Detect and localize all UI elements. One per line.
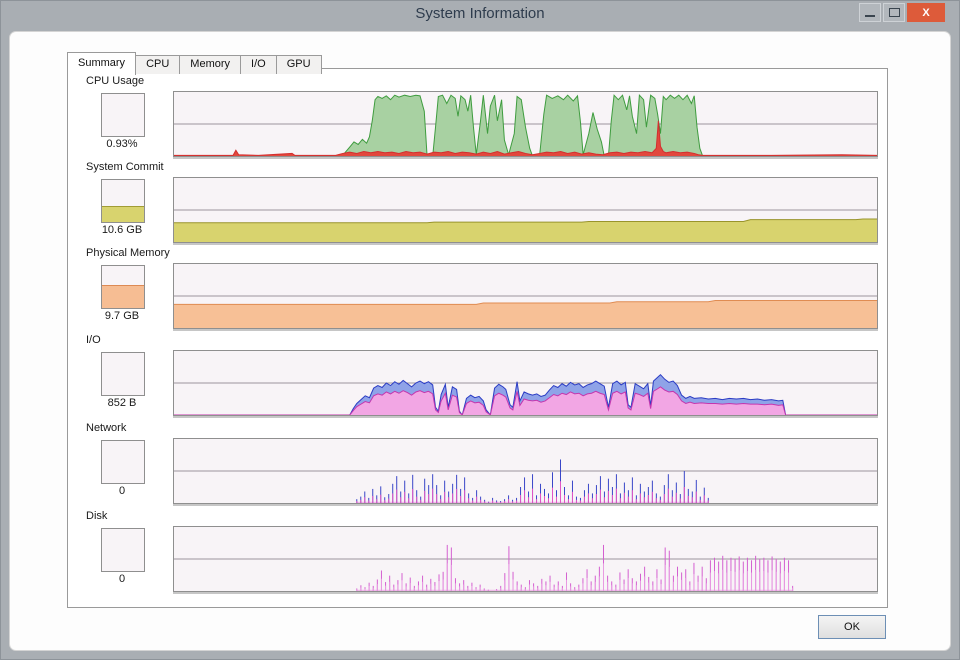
- cpu-current-value-box: [101, 93, 145, 137]
- tab-i-o[interactable]: I/O: [240, 55, 277, 74]
- close-icon: X: [922, 7, 929, 19]
- disk-history-graph[interactable]: [173, 526, 878, 592]
- disk-current-value: 0: [76, 573, 168, 585]
- disk-current-value-box: [101, 528, 145, 572]
- section-io: I/O 852 B: [68, 334, 887, 418]
- minimize-button[interactable]: [859, 3, 881, 22]
- commit-section-label: System Commit: [86, 161, 164, 173]
- network-current-value: 0: [76, 485, 168, 497]
- network-current-value-box: [101, 440, 145, 484]
- cpu-current-value: 0.93%: [76, 138, 168, 150]
- dialog-body: SummaryCPUMemoryI/OGPU CPU Usage0.93%Sys…: [9, 31, 951, 651]
- tab-summary[interactable]: Summary: [67, 52, 136, 75]
- system-information-window: System Information X SummaryCPUMemoryI/O…: [0, 0, 960, 660]
- physmem-current-value: 9.7 GB: [76, 310, 168, 322]
- io-current-value: 852 B: [76, 397, 168, 409]
- maximize-button[interactable]: [883, 3, 905, 22]
- io-current-value-box: [101, 352, 145, 396]
- cpu-section-label: CPU Usage: [86, 75, 144, 87]
- io-history-graph[interactable]: [173, 350, 878, 416]
- commit-history-graph[interactable]: [173, 177, 878, 243]
- commit-current-value-box: [101, 179, 145, 223]
- section-commit: System Commit 10.6 GB: [68, 161, 887, 245]
- window-controls: X: [859, 3, 945, 22]
- section-network: Network 0: [68, 422, 887, 506]
- physmem-current-value-box: [101, 265, 145, 309]
- physmem-section-label: Physical Memory: [86, 247, 170, 259]
- section-cpu: CPU Usage 0.93%: [68, 75, 887, 159]
- physmem-box-fill: [102, 285, 144, 308]
- tab-memory[interactable]: Memory: [179, 55, 241, 74]
- commit-box-fill: [102, 206, 144, 222]
- network-section-label: Network: [86, 422, 126, 434]
- title-bar[interactable]: System Information X: [1, 1, 959, 27]
- tab-strip: SummaryCPUMemoryI/OGPU: [67, 52, 321, 74]
- section-physmem: Physical Memory 9.7 GB: [68, 247, 887, 331]
- io-section-label: I/O: [86, 334, 101, 346]
- maximize-icon: [889, 8, 900, 17]
- disk-section-label: Disk: [86, 510, 107, 522]
- network-history-graph[interactable]: [173, 438, 878, 504]
- close-button[interactable]: X: [907, 3, 945, 22]
- section-disk: Disk 0: [68, 510, 887, 594]
- physmem-history-graph[interactable]: [173, 263, 878, 329]
- cpu-history-graph[interactable]: [173, 91, 878, 157]
- ok-button[interactable]: OK: [818, 615, 886, 639]
- tab-cpu[interactable]: CPU: [135, 55, 180, 74]
- tab-gpu[interactable]: GPU: [276, 55, 322, 74]
- commit-current-value: 10.6 GB: [76, 224, 168, 236]
- tab-page: CPU Usage 0.93% System Commit 10.6 GB Physic…: [67, 68, 888, 608]
- minimize-icon: [865, 15, 875, 17]
- window-title: System Information: [1, 1, 959, 27]
